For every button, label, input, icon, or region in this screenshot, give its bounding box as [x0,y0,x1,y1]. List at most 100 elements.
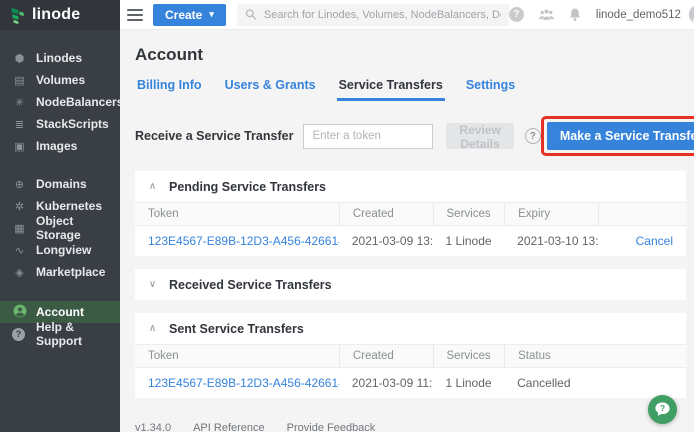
linode-cube-icon: ⬢ [12,52,27,65]
tab-billing-info[interactable]: Billing Info [135,78,204,101]
provide-feedback-link[interactable]: Provide Feedback [287,422,376,432]
linode-logo[interactable]: linode [0,0,120,30]
search-icon [245,8,257,21]
api-reference-link[interactable]: API Reference [193,422,265,432]
sidebar-item-stackscripts[interactable]: ≣ StackScripts [0,113,120,135]
object-storage-icon: ▦ [12,222,27,235]
column-header-status: Status [504,345,686,367]
kubernetes-icon: ✲ [12,200,27,213]
sidebar-item-label: Domains [36,177,87,191]
images-icon: ▣ [12,140,27,153]
sidebar-item-longview[interactable]: ∿ Longview [0,239,120,261]
transfer-token-link[interactable]: 123E4567-E89B-12D3-A456-426614174000 [135,234,339,248]
cancel-transfer-link[interactable]: Cancel [598,234,686,248]
page-title: Account [135,45,686,65]
sidebar-item-linodes[interactable]: ⬢ Linodes [0,47,120,69]
received-transfers-toggle[interactable]: ∨ Received Service Transfers [135,269,686,300]
column-header-services: Services [433,345,505,367]
account-tabs: Billing Info Users & Grants Service Tran… [135,78,686,101]
top-icons: ? [509,7,581,22]
received-transfers-panel: ∨ Received Service Transfers [135,269,686,300]
pending-transfers-toggle[interactable]: ∧ Pending Service Transfers [135,171,686,202]
volumes-icon: ▤ [12,74,27,87]
tab-users-grants[interactable]: Users & Grants [223,78,318,101]
stackscripts-icon: ≣ [12,118,27,131]
sidebar-item-marketplace[interactable]: ◈ Marketplace [0,261,120,283]
transfer-expiry: 2021-03-10 13:47 [504,234,598,248]
column-header-token: Token [135,345,339,367]
avatar [688,4,694,25]
version-link[interactable]: v1.34.0 [135,422,171,432]
user-menu[interactable]: linode_demo512 ∨ [596,4,694,25]
chevron-up-icon: ∧ [148,181,157,192]
longview-pulse-icon: ∿ [12,244,27,257]
chevron-up-icon: ∧ [148,323,157,334]
review-details-button[interactable]: Review Details [446,123,513,149]
sidebar-item-label: StackScripts [36,117,109,131]
create-button[interactable]: Create ▾ [153,4,226,26]
sidebar-item-nodebalancers[interactable]: ✳ NodeBalancers [0,91,120,113]
receive-transfer-row: Receive a Service Transfer Review Detail… [135,116,686,156]
column-header-action [598,203,686,225]
table-header: Token Created Services Expiry [135,202,686,226]
section-title: Sent Service Transfers [169,322,304,336]
transfer-token-link[interactable]: 123E4567-E89B-12D3-A456-426614174001 [135,376,339,390]
top-bar-main: Create ▾ ? [120,0,694,29]
username: linode_demo512 [596,9,681,21]
sidebar-item-label: Longview [36,243,91,257]
nodebalancers-icon: ✳ [12,96,27,109]
sidebar-item-domains[interactable]: ⊕ Domains [0,173,120,195]
sent-transfers-toggle[interactable]: ∧ Sent Service Transfers [135,313,686,344]
top-bar: linode Create ▾ ? [0,0,694,30]
tab-service-transfers[interactable]: Service Transfers [337,78,445,101]
chat-question-icon: ? [653,400,672,419]
sidebar-item-label: Help & Support [36,320,120,348]
table-row: 123E4567-E89B-12D3-A456-426614174001 202… [135,368,686,398]
sidebar-item-label: Marketplace [36,265,105,279]
annotation-highlight-box: Make a Service Transfer [541,116,694,156]
sidebar-item-help-support[interactable]: ? Help & Support [0,323,120,345]
page-footer: v1.34.0 API Reference Provide Feedback [135,422,686,432]
svg-text:?: ? [660,403,665,413]
transfer-services: 1 Linode [433,234,505,248]
transfer-status: Cancelled [504,376,686,390]
receive-transfer-label: Receive a Service Transfer [135,129,293,143]
search-bar [237,4,509,26]
sidebar-item-label: Linodes [36,51,82,65]
pending-transfers-panel: ∧ Pending Service Transfers Token Create… [135,171,686,256]
column-header-created: Created [339,203,433,225]
sidebar-item-object-storage[interactable]: ▦ Object Storage [0,217,120,239]
menu-icon[interactable] [127,9,143,21]
notifications-bell-icon[interactable] [569,7,581,22]
sidebar-item-label: Volumes [36,73,85,87]
chevron-down-icon: ∨ [148,279,157,290]
tab-settings[interactable]: Settings [464,78,517,101]
sidebar-item-label: NodeBalancers [36,95,123,109]
table-row: 123E4567-E89B-12D3-A456-426614174000 202… [135,226,686,256]
transfer-created: 2021-03-09 11:33 [339,376,433,390]
marketplace-icon: ◈ [12,266,27,279]
search-input[interactable] [264,9,501,21]
linode-logo-icon [9,6,26,25]
help-beacon-button[interactable]: ? [648,395,677,424]
make-service-transfer-button[interactable]: Make a Service Transfer [547,122,694,150]
column-header-expiry: Expiry [504,203,598,225]
help-tooltip-icon[interactable]: ? [525,128,541,144]
account-person-icon [12,304,27,321]
help-icon[interactable]: ? [509,7,524,22]
column-header-services: Services [433,203,505,225]
sidebar-item-label: Object Storage [36,214,120,242]
sidebar-item-label: Account [36,305,84,319]
sent-transfers-panel: ∧ Sent Service Transfers Token Created S… [135,313,686,398]
token-input[interactable] [303,124,433,149]
transfer-services: 1 Linode [433,376,505,390]
sidebar-item-volumes[interactable]: ▤ Volumes [0,69,120,91]
community-icon[interactable] [538,8,555,21]
section-title: Pending Service Transfers [169,180,326,194]
sidebar-item-images[interactable]: ▣ Images [0,135,120,157]
table-header: Token Created Services Status [135,344,686,368]
help-circle-icon: ? [12,328,27,341]
create-button-label: Create [165,8,202,22]
transfer-created: 2021-03-09 13:47 [339,234,433,248]
sidebar: ⬢ Linodes ▤ Volumes ✳ NodeBalancers ≣ St… [0,30,120,432]
